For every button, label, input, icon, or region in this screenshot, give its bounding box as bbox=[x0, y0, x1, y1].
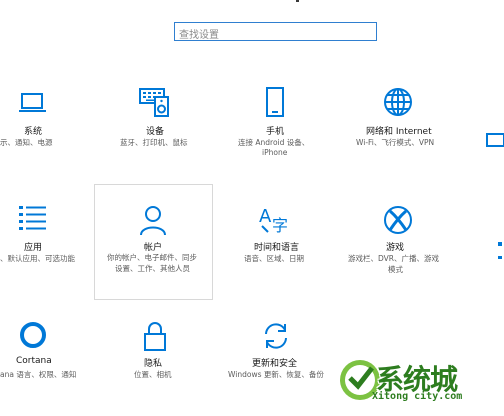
tile-accounts[interactable]: 帐户 你的帐户、电子邮件、同步 设置、工作、其他人员 bbox=[94, 184, 213, 300]
watermark-url: Xitong city.com bbox=[372, 391, 463, 402]
tile-description: 位置、相机 bbox=[134, 370, 172, 379]
tile-title: Cortana bbox=[16, 356, 52, 366]
tile-gaming[interactable]: 游戏 游戏栏、DVR、广播、游戏 模式 bbox=[346, 198, 456, 278]
xbox-icon bbox=[384, 206, 412, 234]
tile-description: 蓝牙、打印机、鼠标 bbox=[120, 138, 188, 147]
svg-text:A: A bbox=[259, 206, 272, 227]
language-icon: A 字 bbox=[259, 206, 288, 234]
partial-icon-right bbox=[486, 133, 504, 147]
top-edge-mark bbox=[296, 0, 299, 2]
laptop-icon bbox=[19, 93, 46, 112]
tile-update-security[interactable]: 更新和安全 Windows 更新、恢复、备份 bbox=[226, 316, 336, 386]
globe-icon bbox=[384, 88, 412, 116]
tile-cortana[interactable]: Cortana ana 语言、权限、通知 bbox=[0, 316, 90, 386]
tile-system[interactable]: 系统 示、通知、电源 bbox=[0, 82, 90, 152]
tile-description: Windows 更新、恢复、备份 bbox=[228, 370, 324, 379]
tile-devices[interactable]: 设备 蓝牙、打印机、鼠标 bbox=[114, 82, 224, 152]
keyboard-speaker-icon bbox=[139, 88, 169, 117]
svg-text:字: 字 bbox=[272, 216, 288, 234]
tile-apps[interactable]: 应用 、默认应用、可选功能 bbox=[0, 198, 90, 268]
sync-icon bbox=[265, 323, 287, 349]
tile-time-language[interactable]: A 字 时间和语言 语音、区域、日期 bbox=[236, 198, 336, 268]
tile-description: 游戏栏、DVR、广播、游戏 bbox=[348, 254, 439, 263]
tile-title: 应用 bbox=[24, 243, 43, 253]
partial-icon-right bbox=[498, 242, 502, 259]
tile-title: 游戏 bbox=[386, 243, 405, 253]
tile-description: ana 语言、权限、通知 bbox=[0, 370, 77, 379]
tile-network[interactable]: 网络和 Internet Wi-Fi、飞行模式、VPN bbox=[352, 82, 462, 152]
tile-description: iPhone bbox=[262, 148, 288, 157]
tile-title: 系统 bbox=[24, 127, 43, 137]
tile-title: 隐私 bbox=[144, 359, 163, 369]
tile-title: 手机 bbox=[266, 127, 285, 137]
apps-list-icon bbox=[19, 206, 46, 230]
tile-description: 示、通知、电源 bbox=[0, 138, 53, 147]
tile-phone[interactable]: 手机 连接 Android 设备、 iPhone bbox=[232, 82, 332, 162]
lock-icon bbox=[144, 322, 166, 351]
tile-privacy[interactable]: 隐私 位置、相机 bbox=[118, 316, 208, 386]
tile-description: Wi-Fi、飞行模式、VPN bbox=[356, 138, 435, 147]
tile-title: 更新和安全 bbox=[252, 359, 298, 369]
tile-title: 时间和语言 bbox=[254, 243, 300, 253]
person-icon bbox=[140, 206, 166, 236]
tile-description: 、默认应用、可选功能 bbox=[0, 254, 75, 263]
phone-icon bbox=[266, 87, 284, 117]
cortana-icon bbox=[20, 322, 46, 348]
tile-description: 语音、区域、日期 bbox=[244, 254, 304, 263]
tile-description: 模式 bbox=[388, 265, 403, 274]
tile-description: 你的帐户、电子邮件、同步 bbox=[107, 253, 197, 262]
tile-title: 网络和 Internet bbox=[366, 127, 432, 137]
search-box[interactable] bbox=[174, 22, 377, 44]
tile-title: 设备 bbox=[146, 127, 165, 137]
tile-description: 设置、工作、其他人员 bbox=[115, 264, 190, 273]
search-input[interactable] bbox=[175, 27, 376, 44]
